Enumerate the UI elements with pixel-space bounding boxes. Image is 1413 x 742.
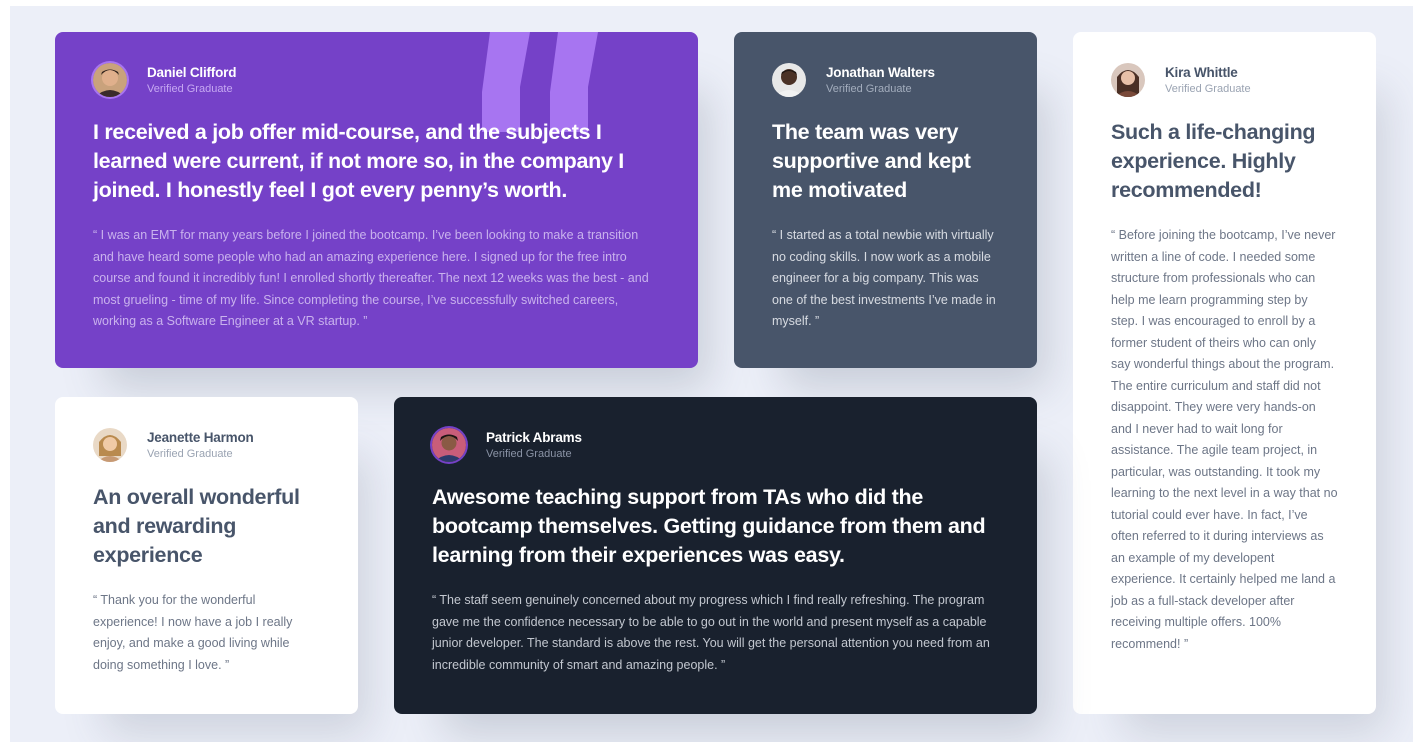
testimonial-headline: Such a life-changing experience. Highly …: [1111, 120, 1316, 202]
author-role: Verified Graduate: [1165, 83, 1251, 95]
testimonial-body: “ The staff seem genuinely concerned abo…: [432, 593, 990, 672]
testimonial-headline: I received a job offer mid-course, and t…: [93, 120, 624, 202]
avatar-patrick-icon: [432, 428, 466, 462]
avatar-jonathan-icon: [772, 63, 806, 97]
testimonial-header: Jonathan Walters Verified Graduate: [772, 60, 999, 100]
author-role: Verified Graduate: [147, 83, 233, 95]
testimonial-headline: The team was very supportive and kept me…: [772, 120, 971, 202]
testimonials-grid: Daniel Clifford Verified Graduate I rece…: [10, 6, 1413, 742]
author-role: Verified Graduate: [486, 448, 572, 460]
testimonial-headline: An overall wonderful and rewarding exper…: [93, 485, 300, 567]
author-role: Verified Graduate: [826, 83, 912, 95]
avatar-daniel-icon: [93, 63, 127, 97]
testimonial-body: “ Thank you for the wonderful experience…: [93, 593, 293, 672]
author-name: Jeanette Harmon: [147, 430, 254, 445]
testimonial-header: Daniel Clifford Verified Graduate: [93, 60, 660, 100]
testimonial-card-jonathan: Jonathan Walters Verified Graduate The t…: [734, 32, 1037, 368]
testimonial-body: “ I started as a total newbie with virtu…: [772, 228, 996, 328]
testimonial-header: Patrick Abrams Verified Graduate: [432, 425, 999, 465]
testimonial-card-patrick: Patrick Abrams Verified Graduate Awesome…: [394, 397, 1037, 714]
author-name: Daniel Clifford: [147, 65, 237, 80]
testimonial-card-jeanette: Jeanette Harmon Verified Graduate An ove…: [55, 397, 358, 714]
testimonial-body: “ Before joining the bootcamp, I’ve neve…: [1111, 228, 1338, 651]
author-role: Verified Graduate: [147, 448, 233, 460]
testimonial-headline: Awesome teaching support from TAs who di…: [432, 485, 986, 567]
testimonial-body: “ I was an EMT for many years before I j…: [93, 228, 649, 328]
testimonial-header: Jeanette Harmon Verified Graduate: [93, 425, 320, 465]
avatar-jeanette-icon: [93, 428, 127, 462]
testimonial-card-daniel: Daniel Clifford Verified Graduate I rece…: [55, 32, 698, 368]
avatar-kira-icon: [1111, 63, 1145, 97]
testimonial-card-kira: Kira Whittle Verified Graduate Such a li…: [1073, 32, 1376, 714]
author-name: Kira Whittle: [1165, 65, 1238, 80]
author-name: Jonathan Walters: [826, 65, 935, 80]
author-name: Patrick Abrams: [486, 430, 582, 445]
testimonial-header: Kira Whittle Verified Graduate: [1111, 60, 1338, 100]
